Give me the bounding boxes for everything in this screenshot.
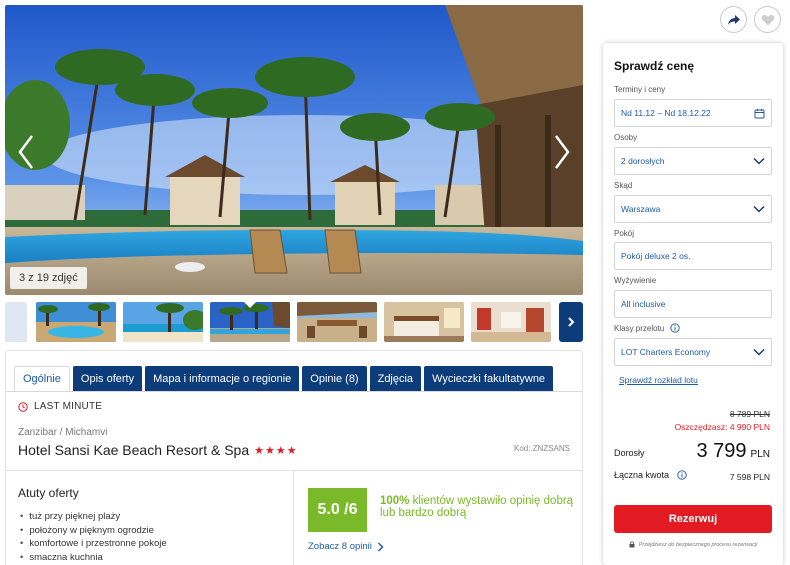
hotel-stars: ★★★★	[254, 444, 298, 457]
departure-value: Warszawa	[621, 204, 661, 214]
total-label-text: Łączna kwota	[614, 470, 670, 480]
tab-photos[interactable]: Zdjęcia	[369, 366, 422, 392]
flight-class-select[interactable]: LOT Charters Economy	[614, 338, 772, 366]
secure-note: Przejdziesz do bezpiecznego procesu reze…	[603, 541, 783, 548]
tab-general[interactable]: Ogólnie	[14, 366, 70, 392]
resort-pool-photo	[5, 5, 583, 295]
departure-label: Skąd	[614, 181, 633, 190]
chevron-right-icon	[377, 541, 384, 552]
chevron-left-icon	[18, 135, 33, 169]
thumbnail[interactable]	[36, 302, 116, 342]
chevron-right-icon	[555, 135, 570, 169]
location-breadcrumb: Zanzibar / Michamvi	[18, 427, 108, 438]
hotel-title: Hotel Sansi Kae Beach Resort & Spa ★★★★	[18, 442, 298, 458]
last-minute-label: LAST MINUTE	[34, 401, 103, 412]
highlight-item: smaczna kuchnia	[20, 551, 167, 565]
thumbnails-next-button[interactable]	[559, 302, 583, 342]
thumbnail[interactable]	[123, 302, 203, 342]
lock-icon	[629, 541, 635, 548]
secure-note-text: Przejdziesz do bezpiecznego procesu reze…	[638, 541, 758, 548]
heart-icon	[761, 14, 774, 25]
dates-field[interactable]: Nd 11.12 – Nd 18.12.22	[614, 99, 772, 127]
chevron-down-icon	[753, 348, 765, 356]
tab-reviews[interactable]: Opinie (8)	[302, 366, 367, 392]
board-value: All inclusive	[621, 299, 666, 309]
flight-class-label-text: Klasy przelotu	[614, 323, 665, 333]
info-divider	[6, 470, 582, 471]
flight-schedule-link[interactable]: Sprawdź rozkład lotu	[619, 375, 698, 385]
reserve-button[interactable]: Rezerwuj	[614, 505, 772, 533]
board-field[interactable]: All inclusive	[614, 290, 772, 318]
room-field[interactable]: Pokój deluxe 2 os.	[614, 242, 772, 270]
tab-offer-description[interactable]: Opis oferty	[72, 366, 143, 392]
offer-info-card: Ogólnie Opis oferty Mapa i informacje o …	[5, 350, 583, 565]
thumbnail-strip	[5, 302, 583, 342]
highlight-item: tuż przy pięknej plaży	[20, 510, 167, 524]
rating-score: 5.0 /6	[308, 488, 367, 532]
thumbnail[interactable]	[5, 302, 27, 342]
dates-label: Terminy i ceny	[614, 85, 666, 94]
share-button[interactable]	[720, 6, 747, 33]
highlight-item: położony w pięknym ogrodzie	[20, 524, 167, 538]
offer-code: Kod: ZNZSANS	[513, 444, 570, 453]
adult-price-label: Dorosły	[614, 448, 645, 458]
flight-class-value: LOT Charters Economy	[621, 347, 711, 357]
tab-map-region[interactable]: Mapa i informacje o regionie	[145, 366, 300, 392]
adult-price: 3 799 PLN	[696, 440, 770, 463]
persons-value: 2 dorosłych	[621, 156, 665, 166]
info-icon[interactable]	[670, 323, 680, 333]
clock-icon	[18, 401, 28, 412]
flight-class-label: Klasy przelotu	[614, 323, 680, 333]
see-reviews-link[interactable]: Zobacz 8 opinii	[308, 541, 384, 552]
total-value: 7 598 PLN	[729, 472, 770, 482]
persons-label: Osoby	[614, 133, 638, 142]
highlights-list: tuż przy pięknej plaży położony w piękny…	[20, 510, 167, 565]
next-photo-button[interactable]	[547, 130, 577, 174]
favorite-button[interactable]	[754, 6, 781, 33]
photo-counter: 3 z 19 zdjęć	[10, 267, 87, 289]
column-divider	[293, 470, 294, 565]
highlight-item: komfortowe i przestronne pokoje	[20, 537, 166, 551]
thumbnail[interactable]	[297, 302, 377, 342]
price-check-panel: Sprawdź cenę Terminy i ceny Nd 11.12 – N…	[603, 43, 783, 565]
calendar-icon	[754, 108, 765, 118]
dates-value: Nd 11.12 – Nd 18.12.22	[621, 108, 711, 118]
room-label: Pokój	[614, 229, 635, 238]
last-minute-badge: LAST MINUTE	[18, 401, 102, 412]
thumbnail[interactable]	[471, 302, 551, 342]
rating-summary-text: klientów wystawiło opinię dobrą lub bard…	[380, 495, 574, 519]
hotel-name: Hotel Sansi Kae Beach Resort & Spa	[18, 442, 250, 458]
rating-summary: 100% klientów wystawiło opinię dobrą lub…	[380, 495, 575, 519]
share-arrow-icon	[727, 14, 740, 25]
adult-price-currency: PLN	[750, 449, 770, 460]
old-price: 8 789 PLN	[729, 409, 770, 419]
persons-select[interactable]: 2 dorosłych	[614, 147, 772, 175]
offer-tabs: Ogólnie Opis oferty Mapa i informacje o …	[14, 366, 554, 392]
tabs-divider	[6, 391, 582, 392]
rating-percent: 100%	[380, 495, 410, 507]
thumbnail[interactable]	[384, 302, 464, 342]
panel-title: Sprawdź cenę	[614, 59, 695, 73]
info-icon[interactable]	[677, 470, 687, 480]
chevron-down-icon	[753, 157, 765, 165]
highlights-title: Atuty oferty	[18, 486, 79, 500]
board-label: Wyżywienie	[614, 276, 657, 285]
hotel-photo-main[interactable]: 3 z 19 zdjęć	[5, 5, 583, 295]
tab-excursions[interactable]: Wycieczki fakultatywne	[424, 366, 554, 392]
previous-photo-button[interactable]	[11, 130, 41, 174]
total-label: Łączna kwota	[614, 470, 687, 480]
room-value: Pokój deluxe 2 os.	[621, 251, 691, 261]
departure-select[interactable]: Warszawa	[614, 195, 772, 223]
chevron-right-icon	[568, 317, 575, 327]
see-reviews-label: Zobacz 8 opinii	[308, 541, 372, 552]
savings-amount: Oszczędzasz: 4 990 PLN	[674, 422, 770, 432]
chevron-down-icon	[753, 205, 765, 213]
thumbnail-selected[interactable]	[210, 302, 290, 342]
adult-price-value: 3 799	[696, 440, 747, 462]
